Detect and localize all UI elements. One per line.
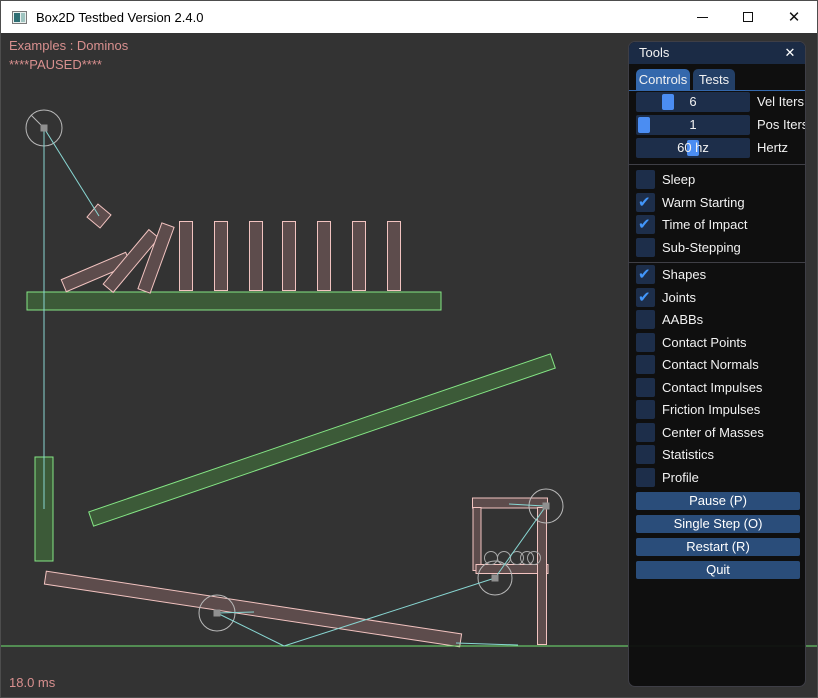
maximize-icon <box>743 12 753 22</box>
window-title: Box2D Testbed Version 2.4.0 <box>36 10 203 25</box>
quit-button[interactable]: Quit <box>636 561 800 579</box>
checkbox-box <box>636 445 655 464</box>
checkbox-box <box>636 333 655 352</box>
slider-label: Hertz <box>757 138 788 158</box>
static-box <box>27 292 441 310</box>
joint-anchor <box>41 125 48 132</box>
dynamic-box <box>538 508 547 645</box>
checkbox-label: Statistics <box>662 445 714 464</box>
panel-titlebar[interactable]: Tools ✕ <box>629 42 805 64</box>
slider-hertz[interactable]: 60 hz Hertz <box>636 138 750 158</box>
dynamic-box <box>353 222 366 291</box>
app-window: Examples : Dominos ****PAUSED**** 18.0 m… <box>0 0 818 698</box>
restart-button[interactable]: Restart (R) <box>636 538 800 556</box>
checkbox-box <box>636 288 655 307</box>
separator <box>629 262 806 263</box>
dynamic-box <box>473 498 548 508</box>
checkbox-label: Warm Starting <box>662 193 745 212</box>
close-button[interactable]: ✕ <box>771 1 817 33</box>
slider-value: 60 hz <box>636 138 750 158</box>
pause-button[interactable]: Pause (P) <box>636 492 800 510</box>
checkbox-box <box>636 400 655 419</box>
checkbox-box <box>636 215 655 234</box>
joint-anchor <box>543 503 550 510</box>
single-step-button[interactable]: Single Step (O) <box>636 515 800 533</box>
dynamic-box <box>215 222 228 291</box>
slider-track[interactable]: 6 <box>636 92 750 112</box>
example-label: Examples : Dominos <box>9 38 128 53</box>
dynamic-box <box>283 222 296 291</box>
slider-track[interactable]: 1 <box>636 115 750 135</box>
tab-controls[interactable]: Controls <box>636 69 690 90</box>
checkbox-box <box>636 265 655 284</box>
tab-tests[interactable]: Tests <box>693 69 735 90</box>
checkbox-box <box>636 378 655 397</box>
checkbox-box <box>636 310 655 329</box>
checkbox-label: Profile <box>662 468 699 487</box>
dynamic-box <box>180 222 193 291</box>
dynamic-box <box>473 508 481 571</box>
checkbox-label: Contact Points <box>662 333 747 352</box>
checkbox-box <box>636 468 655 487</box>
app-icon <box>12 11 27 24</box>
checkbox-box <box>636 355 655 374</box>
checkbox-box <box>636 238 655 257</box>
checkbox-label: Sleep <box>662 170 695 189</box>
joint-anchor <box>214 610 221 617</box>
dynamic-box <box>250 222 263 291</box>
slider-value: 6 <box>636 92 750 112</box>
frame-time-label: 18.0 ms <box>9 675 55 690</box>
checkbox-label: Center of Masses <box>662 423 764 442</box>
minimize-icon <box>697 17 708 18</box>
tab-underline <box>629 90 806 91</box>
checkbox-box <box>636 170 655 189</box>
dynamic-box <box>318 222 331 291</box>
panel-close-icon[interactable]: ✕ <box>780 42 800 64</box>
checkbox-label: Joints <box>662 288 696 307</box>
checkbox-label: Time of Impact <box>662 215 747 234</box>
checkbox-label: Contact Impulses <box>662 378 762 397</box>
slider-track[interactable]: 60 hz <box>636 138 750 158</box>
paused-label: ****PAUSED**** <box>9 57 102 72</box>
slider-pos-iters[interactable]: 1 Pos Iters <box>636 115 750 135</box>
maximize-button[interactable] <box>725 1 771 33</box>
close-icon: ✕ <box>788 10 801 25</box>
checkbox-label: Friction Impulses <box>662 400 760 419</box>
joint-anchor <box>492 575 499 582</box>
tools-panel: Tools ✕ Controls Tests 6 Vel Iters 1 Pos… <box>628 41 806 687</box>
slider-value: 1 <box>636 115 750 135</box>
minimize-button[interactable] <box>679 1 725 33</box>
slider-label: Vel Iters <box>757 92 804 112</box>
slider-vel-iters[interactable]: 6 Vel Iters <box>636 92 750 112</box>
checkbox-label: Contact Normals <box>662 355 759 374</box>
checkbox-box <box>636 423 655 442</box>
separator <box>629 164 806 165</box>
checkbox-label: Shapes <box>662 265 706 284</box>
panel-title-text: Tools <box>639 45 669 60</box>
dynamic-box <box>388 222 401 291</box>
checkbox-label: Sub-Stepping <box>662 238 741 257</box>
titlebar: Box2D Testbed Version 2.4.0 ✕ <box>1 1 817 33</box>
slider-label: Pos Iters <box>757 115 806 135</box>
checkbox-label: AABBs <box>662 310 703 329</box>
checkbox-box <box>636 193 655 212</box>
